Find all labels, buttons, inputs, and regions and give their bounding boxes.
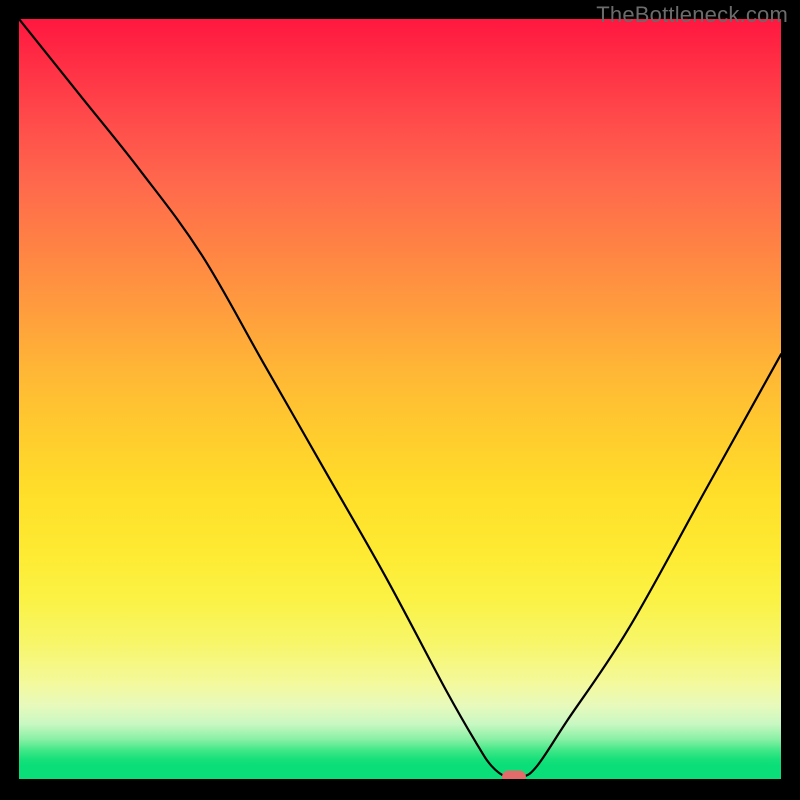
bottleneck-curve [19, 19, 781, 781]
x-axis-line [19, 779, 781, 781]
chart-frame: TheBottleneck.com [0, 0, 800, 800]
watermark-label: TheBottleneck.com [596, 2, 788, 28]
plot-area [19, 19, 781, 781]
